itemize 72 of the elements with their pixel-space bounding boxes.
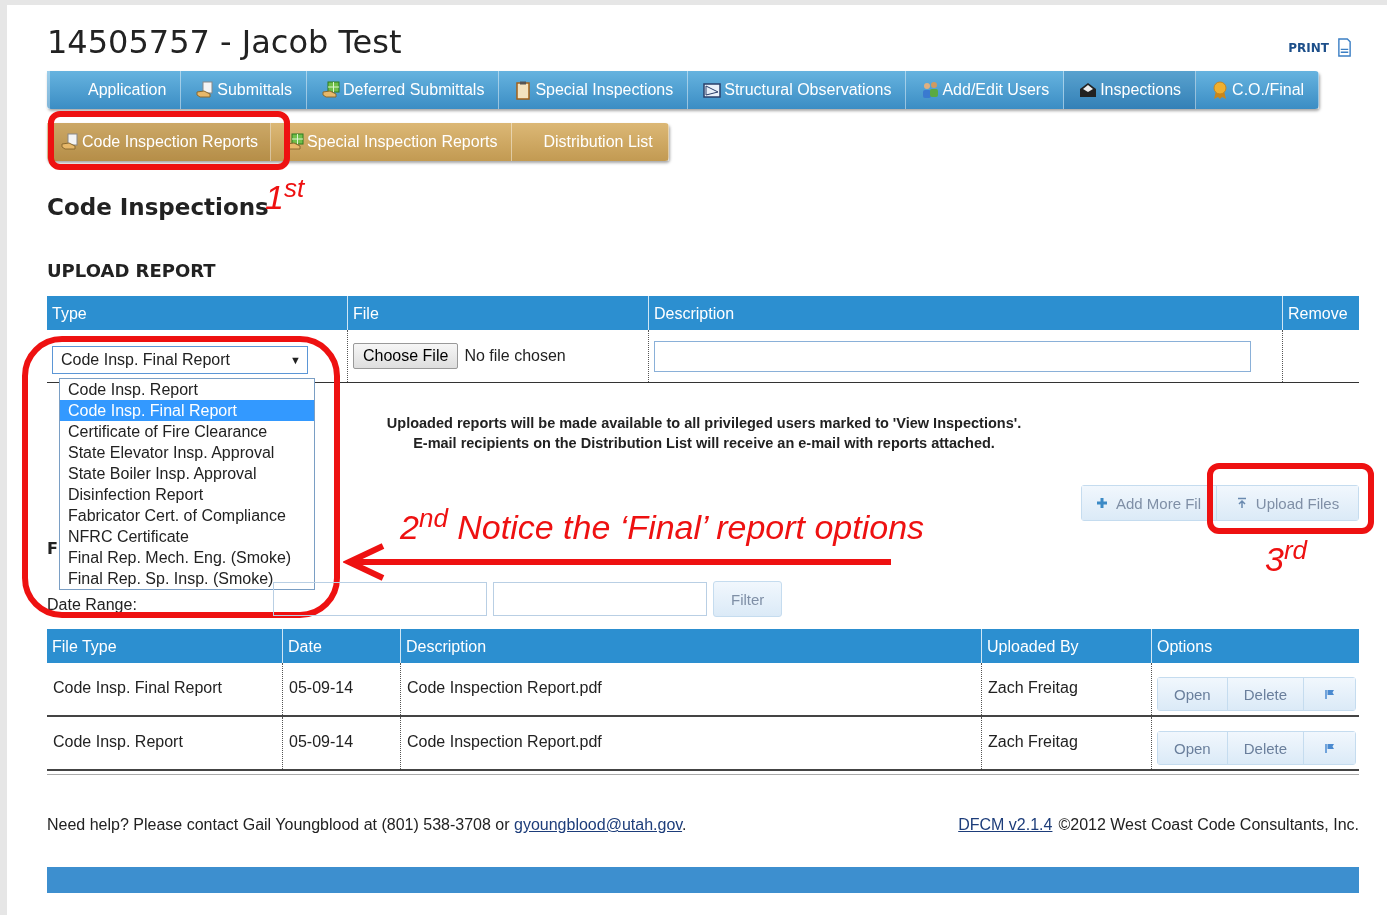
drawing-plan-icon	[702, 80, 723, 100]
column-header: Date	[282, 629, 400, 663]
table-cell: Zach Freitag	[981, 717, 1151, 769]
type-dropdown[interactable]: Code Insp. Final Report ▼	[52, 346, 308, 374]
help-text: Need help? Please contact Gail Youngblood at (801) 538-3708 or gyoungblood@utah.gov.	[47, 816, 687, 834]
annotation-text: 2$^{nd}$ Notice the ‘Final’ report options	[400, 503, 925, 547]
dropdown-option[interactable]: Disinfection Report	[60, 484, 314, 505]
flag-icon	[1323, 742, 1336, 754]
column-header: Type	[51, 304, 88, 324]
envelope-icon	[1078, 80, 1099, 100]
dropdown-option[interactable]: Final Rep. Mech. Eng. (Smoke)	[60, 547, 314, 568]
nav-tab[interactable]: Add/Edit Users	[906, 71, 1065, 109]
column-header: File Type	[51, 637, 118, 657]
copyright-text: ©2012 West Coast Code Consultants, Inc.	[1058, 816, 1359, 834]
email-link[interactable]: gyoungblood@utah.gov	[514, 816, 683, 833]
table-cell-text: Code Insp. Report	[52, 732, 184, 752]
dropdown-option[interactable]: Fabricator Cert. of Compliance	[60, 505, 314, 526]
annotation-text: 3$^{rd}$	[1265, 535, 1308, 579]
dropdown-option[interactable]: Certificate of Fire Clearance	[60, 421, 314, 442]
column-header: File	[347, 296, 648, 330]
filter-heading: F	[47, 539, 58, 558]
sub-tab[interactable]: Distribution List	[512, 123, 669, 161]
nav-tab[interactable]: Structural Observations	[688, 71, 907, 109]
dropdown-option[interactable]: NFRC Certificate	[60, 526, 314, 547]
upload-files-button[interactable]: Upload Files	[1216, 486, 1358, 520]
print-link[interactable]: PRINT	[1288, 38, 1352, 57]
users-icon	[920, 80, 941, 100]
dropdown-option[interactable]: Code Insp. Final Report	[60, 400, 314, 421]
sub-tab[interactable]: Special Inspection Reports	[271, 123, 513, 161]
version-link[interactable]: DFCM v2.1.4	[958, 816, 1053, 834]
end-date-field[interactable]	[493, 582, 707, 616]
table-cell: Code Inspection Report.pdf	[400, 663, 981, 715]
table-cell: Zach Freitag	[981, 663, 1151, 715]
upload-icon	[1235, 497, 1248, 509]
flag-button[interactable]	[1303, 732, 1356, 764]
table-cell: 05-09-14	[282, 717, 400, 769]
nav-tab[interactable]: Deferred Submittals	[307, 71, 500, 109]
flag-icon	[1323, 688, 1336, 700]
nav-tab[interactable]: Inspections	[1064, 71, 1197, 109]
start-date-field[interactable]	[273, 582, 487, 616]
column-header: Description	[648, 296, 1282, 330]
grid-hand-icon	[321, 80, 341, 100]
dropdown-option[interactable]: State Boiler Insp. Approval	[60, 463, 314, 484]
nav-tab[interactable]: Application	[47, 71, 182, 109]
description-field[interactable]	[654, 340, 1251, 372]
hand-document-icon	[60, 132, 80, 152]
dropdown-option[interactable]: State Elevator Insp. Approval	[60, 442, 314, 463]
dropdown-option[interactable]: Code Insp. Report	[60, 379, 314, 400]
nav-tab[interactable]: Submittals	[181, 71, 307, 109]
nav-tab[interactable]: Special Inspections	[499, 71, 689, 109]
plus-icon	[1096, 497, 1108, 509]
column-header: Uploaded By	[981, 629, 1151, 663]
printer-icon	[1337, 38, 1352, 57]
table-cell: 05-09-14	[282, 663, 400, 715]
notice-text: E-mail recipients on the Distribution List will receive an e-mail with reports attached.	[412, 434, 996, 453]
file-status: No file chosen	[464, 347, 566, 365]
table-cell: Code Inspection Report.pdf	[400, 717, 981, 769]
dropdown-option[interactable]: Final Rep. Sp. Insp. (Smoke)	[60, 568, 314, 589]
filter-button[interactable]: Filter	[713, 581, 783, 617]
column-header: Remove	[1282, 296, 1359, 330]
column-header: Options	[1151, 629, 1359, 663]
upload-heading: UPLOAD REPORT	[47, 260, 217, 283]
table-cell-text: Code Insp. Final Report	[52, 678, 223, 698]
notice-text: Uploaded reports will be made available to all privileged users marked to 'View Inspections'.	[385, 414, 1023, 433]
date-range-label: Date Range:	[47, 595, 138, 614]
sub-tab[interactable]: Code Inspection Reports	[47, 123, 272, 161]
hand-document-icon	[195, 80, 216, 100]
page-title: 14505757 - Jacob Test	[47, 23, 402, 61]
column-header: Description	[400, 629, 981, 663]
choose-file-button[interactable]: Choose File	[353, 343, 459, 369]
nav-tab[interactable]: C.O./Final	[1196, 71, 1320, 109]
flag-button[interactable]	[1303, 678, 1356, 710]
